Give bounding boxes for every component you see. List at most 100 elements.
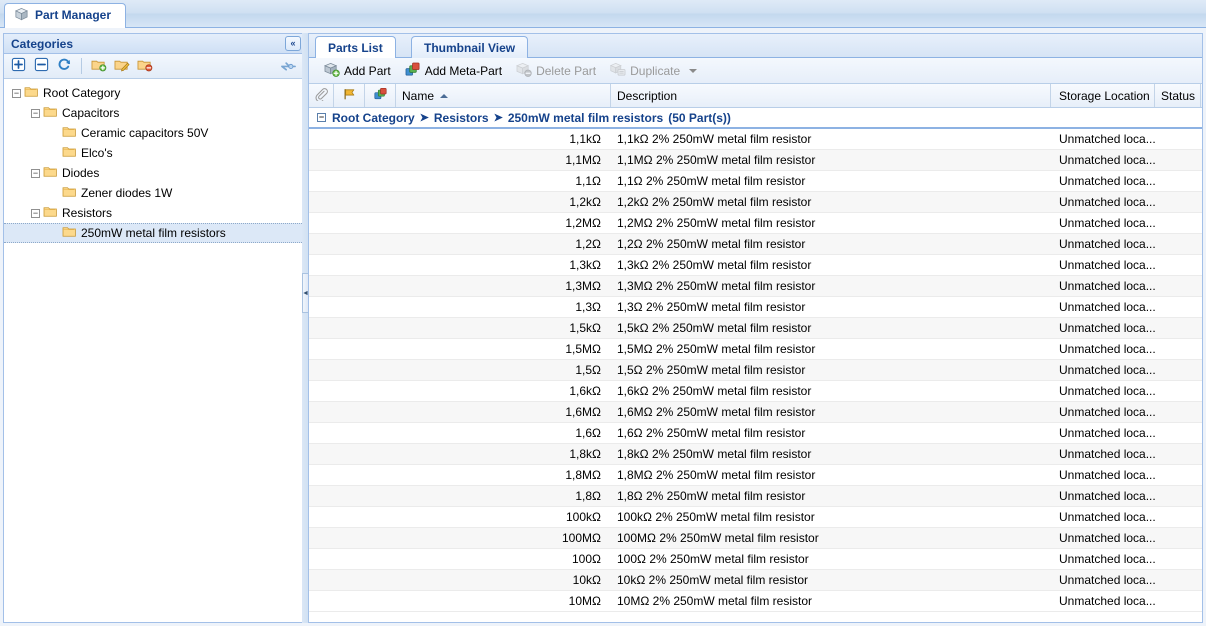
row-status-cell <box>1155 465 1201 485</box>
row-storage-location-cell: Unmatched loca... <box>1059 363 1155 377</box>
table-row[interactable]: 1,5Ω 1,5Ω 2% 250mW metal film resistor Unm… <box>309 360 1202 381</box>
tree-expander-minus-icon[interactable]: − <box>31 208 40 218</box>
add-meta-part-button[interactable]: Add Meta-Part <box>398 60 509 82</box>
table-row[interactable]: 1,1kΩ 1,1kΩ 2% 250mW metal film resistor U… <box>309 129 1202 150</box>
tree-item[interactable]: Elco's <box>4 143 304 163</box>
tree-item[interactable]: − Root Category <box>4 83 304 103</box>
tree-item[interactable]: 250mW metal film resistors <box>4 223 304 243</box>
refresh-icon <box>57 57 72 75</box>
table-row[interactable]: 1,6kΩ 1,6kΩ 2% 250mW metal film resistor U… <box>309 381 1202 402</box>
table-row[interactable]: 1,2kΩ 1,2kΩ 2% 250mW metal film resistor U… <box>309 192 1202 213</box>
row-status-cell <box>1155 129 1201 149</box>
group-header-row[interactable]: − Root Category ➤ Resistors ➤ 250mW metal fil… <box>309 108 1202 129</box>
row-meta-cell <box>365 297 396 317</box>
minus-box-icon <box>34 57 49 75</box>
edit-category-button[interactable] <box>112 57 131 76</box>
categories-panel-header: Categories « <box>4 34 304 54</box>
tree-item[interactable]: − Capacitors <box>4 103 304 123</box>
tree-expander-minus-icon[interactable]: − <box>31 108 40 118</box>
table-row[interactable]: 1,6Ω 1,6Ω 2% 250mW metal film resistor Unm… <box>309 423 1202 444</box>
column-status[interactable]: Status <box>1155 84 1201 107</box>
column-meta-part[interactable] <box>365 84 396 107</box>
tree-item[interactable]: − Resistors <box>4 203 304 223</box>
row-description-cell: 1,8kΩ 2% 250mW metal film resistor <box>617 447 812 461</box>
table-row[interactable]: 1,3Ω 1,3Ω 2% 250mW metal film resistor Unm… <box>309 297 1202 318</box>
delete-category-button[interactable] <box>135 57 154 76</box>
row-storage-location-cell: Unmatched loca... <box>1059 279 1155 293</box>
row-flag-cell <box>334 213 365 233</box>
chevron-down-icon[interactable] <box>689 68 698 73</box>
table-row[interactable]: 100MΩ 100MΩ 2% 250mW metal film resistor U… <box>309 528 1202 549</box>
table-row[interactable]: 100Ω 100Ω 2% 250mW metal film resistor Unm… <box>309 549 1202 570</box>
row-status-cell <box>1155 255 1201 275</box>
row-attachment-cell <box>309 591 334 611</box>
tree-item[interactable]: Zener diodes 1W <box>4 183 304 203</box>
row-meta-cell <box>365 360 396 380</box>
column-description[interactable]: Description <box>611 84 1051 107</box>
table-row[interactable]: 1,6MΩ 1,6MΩ 2% 250mW metal film resistor U… <box>309 402 1202 423</box>
table-row[interactable]: 1,1Ω 1,1Ω 2% 250mW metal film resistor Unm… <box>309 171 1202 192</box>
categories-title: Categories <box>11 36 74 51</box>
row-status-cell <box>1155 234 1201 254</box>
toolbar-button-label: Add Part <box>344 63 391 78</box>
table-row[interactable]: 10MΩ 10MΩ 2% 250mW metal film resistor Unm… <box>309 591 1202 612</box>
categories-panel: Categories « − Root Category − Capacitor… <box>3 33 305 623</box>
row-name-cell: 1,2MΩ <box>565 216 601 230</box>
row-storage-location-cell: Unmatched loca... <box>1059 321 1155 335</box>
row-storage-location-cell: Unmatched loca... <box>1059 594 1155 608</box>
table-row[interactable]: 1,8Ω 1,8Ω 2% 250mW metal film resistor Unm… <box>309 486 1202 507</box>
column-description-label: Description <box>617 88 678 103</box>
table-row[interactable]: 1,8MΩ 1,8MΩ 2% 250mW metal film resistor U… <box>309 465 1202 486</box>
folder-icon <box>43 105 58 121</box>
column-storage-location[interactable]: Storage Location <box>1051 84 1155 107</box>
table-row[interactable]: 1,2Ω 1,2Ω 2% 250mW metal film resistor Unm… <box>309 234 1202 255</box>
row-flag-cell <box>334 297 365 317</box>
tree-item-label: Resistors <box>62 206 113 220</box>
row-storage-location-cell: Unmatched loca... <box>1059 153 1155 167</box>
table-row[interactable]: 1,3MΩ 1,3MΩ 2% 250mW metal film resistor U… <box>309 276 1202 297</box>
table-row[interactable]: 100kΩ 100kΩ 2% 250mW metal film resistor U… <box>309 507 1202 528</box>
tree-expander-minus-icon[interactable]: − <box>12 88 21 98</box>
sort-ascending-icon <box>440 93 449 98</box>
row-storage-location-cell: Unmatched loca... <box>1059 447 1155 461</box>
row-storage-location-cell: Unmatched loca... <box>1059 552 1155 566</box>
collapse-panel-button[interactable]: « <box>285 36 301 51</box>
table-row[interactable]: 1,5MΩ 1,5MΩ 2% 250mW metal film resistor U… <box>309 339 1202 360</box>
row-status-cell <box>1155 549 1201 569</box>
table-row[interactable]: 1,8kΩ 1,8kΩ 2% 250mW metal film resistor U… <box>309 444 1202 465</box>
row-flag-cell <box>334 234 365 254</box>
column-name[interactable]: Name <box>396 84 611 107</box>
collapse-all-button[interactable] <box>32 57 51 76</box>
tree-item[interactable]: Ceramic capacitors 50V <box>4 123 304 143</box>
column-attachment[interactable] <box>309 84 334 107</box>
table-row[interactable]: 1,2MΩ 1,2MΩ 2% 250mW metal film resistor U… <box>309 213 1202 234</box>
window-tab-part-manager[interactable]: Part Manager <box>4 3 127 28</box>
group-expander-minus-icon[interactable]: − <box>317 113 326 122</box>
tab-thumbnail-view[interactable]: Thumbnail View <box>411 36 529 58</box>
table-row[interactable]: 1,3kΩ 1,3kΩ 2% 250mW metal film resistor U… <box>309 255 1202 276</box>
tab-parts-list[interactable]: Parts List <box>315 36 396 58</box>
column-status-label: Status <box>1161 88 1196 103</box>
row-attachment-cell <box>309 339 334 359</box>
pin-icon[interactable] <box>280 58 297 76</box>
row-attachment-cell <box>309 402 334 422</box>
category-tree[interactable]: − Root Category − Capacitors Ceramic capacit… <box>4 80 304 622</box>
meta-part-icon <box>373 87 388 104</box>
row-status-cell <box>1155 213 1201 233</box>
duplicate-icon <box>609 62 626 80</box>
table-row[interactable]: 1,5kΩ 1,5kΩ 2% 250mW metal film resistor U… <box>309 318 1202 339</box>
table-row[interactable]: 10kΩ 10kΩ 2% 250mW metal film resistor Unm… <box>309 570 1202 591</box>
tree-expander-minus-icon[interactable]: − <box>31 168 40 178</box>
table-row[interactable]: 1,1MΩ 1,1MΩ 2% 250mW metal film resistor U… <box>309 150 1202 171</box>
tree-item[interactable]: − Diodes <box>4 163 304 183</box>
expand-all-button[interactable] <box>9 57 28 76</box>
row-name-cell: 1,1kΩ <box>569 132 601 146</box>
add-category-button[interactable] <box>89 57 108 76</box>
parts-tabbar: Parts List Thumbnail View <box>309 34 1202 58</box>
add-part-button[interactable]: Add Part <box>317 60 398 82</box>
column-flag[interactable] <box>334 84 365 107</box>
row-name-cell: 1,8MΩ <box>565 468 601 482</box>
refresh-button[interactable] <box>55 57 74 76</box>
row-name-cell: 1,5MΩ <box>565 342 601 356</box>
row-description-cell: 1,6kΩ 2% 250mW metal film resistor <box>617 384 812 398</box>
